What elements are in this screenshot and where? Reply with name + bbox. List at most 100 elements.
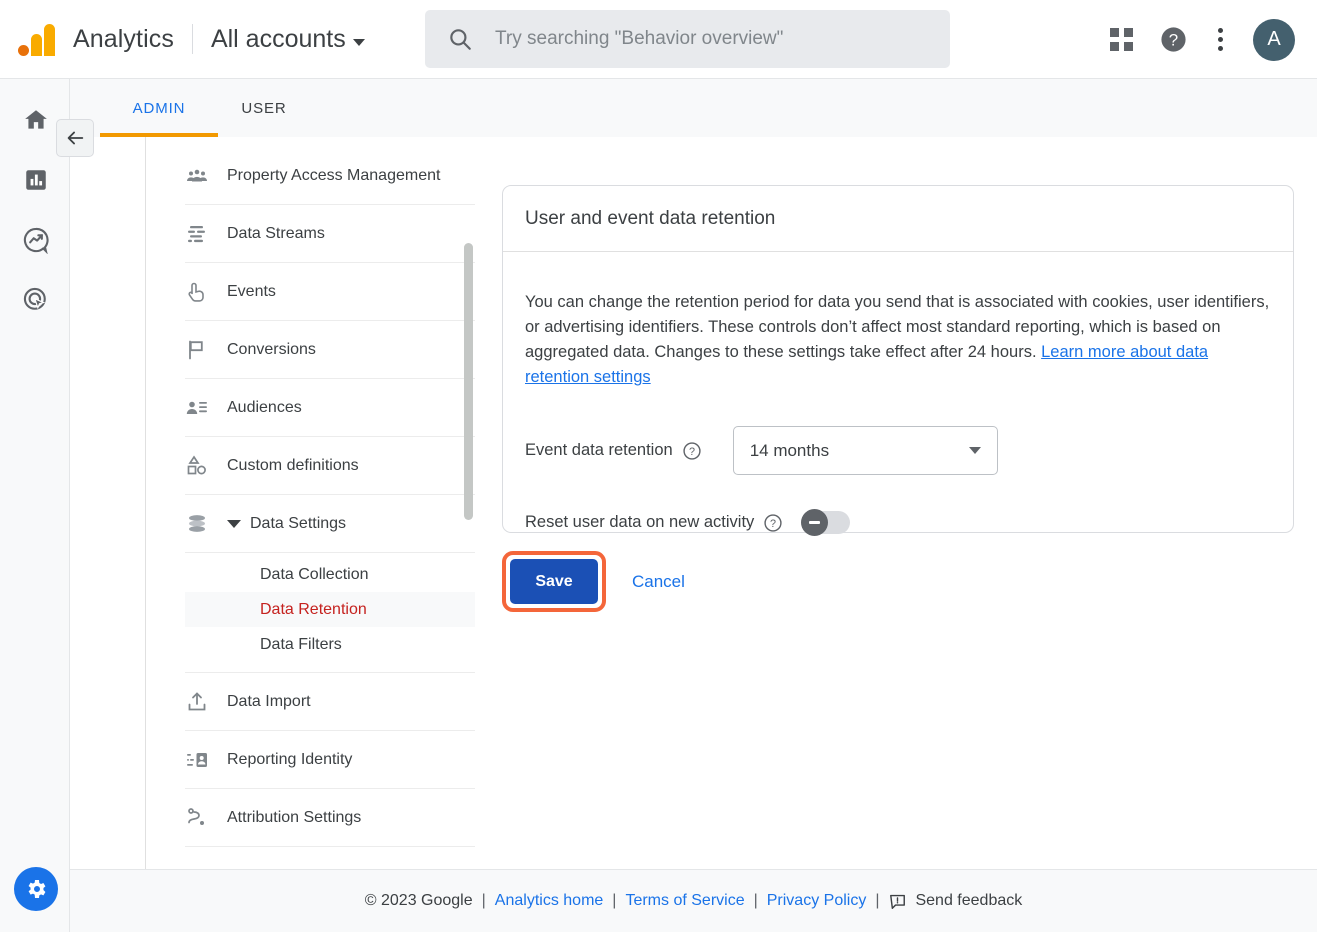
tab-admin-label: ADMIN bbox=[132, 99, 186, 117]
send-feedback-label: Send feedback bbox=[915, 892, 1023, 909]
search-input[interactable]: Try searching "Behavior overview" bbox=[425, 10, 950, 68]
menu-scrollbar[interactable] bbox=[464, 243, 473, 520]
submenu-item-data-collection[interactable]: Data Collection bbox=[185, 557, 475, 592]
submenu-item-data-filters[interactable]: Data Filters bbox=[185, 627, 475, 662]
form-actions: Save Cancel bbox=[502, 551, 685, 612]
card-title: User and event data retention bbox=[503, 186, 1293, 252]
sidebar-item-advertising[interactable] bbox=[20, 284, 52, 316]
advertising-icon bbox=[23, 287, 46, 310]
menu-item-data-import[interactable]: Data Import bbox=[185, 673, 475, 731]
more-options-icon[interactable] bbox=[1214, 24, 1227, 55]
account-selector-label: All accounts bbox=[210, 24, 346, 53]
admin-settings-button[interactable] bbox=[14, 867, 58, 911]
gear-icon bbox=[28, 880, 46, 898]
menu-item-label: Reporting Identity bbox=[227, 750, 353, 768]
footer-link-terms-of-service[interactable]: Terms of Service bbox=[625, 892, 744, 910]
menu-item-label: Attribution Settings bbox=[227, 808, 362, 826]
retention-description: You can change the retention period for … bbox=[525, 290, 1271, 390]
submenu-item-label: Data Retention bbox=[260, 600, 367, 618]
reset-user-data-toggle[interactable] bbox=[801, 509, 851, 536]
menu-item-label: Data Streams bbox=[227, 224, 325, 242]
reset-user-data-label: Reset user data on new activity bbox=[525, 513, 755, 531]
avatar[interactable]: A bbox=[1253, 18, 1295, 61]
sidebar-item-home[interactable] bbox=[20, 104, 52, 136]
tab-user[interactable]: USER bbox=[218, 79, 310, 137]
brand-title: Analytics bbox=[73, 24, 174, 53]
admin-content: Property Access Management Data Streams bbox=[70, 137, 1317, 869]
events-tap-icon bbox=[185, 280, 227, 304]
divider bbox=[145, 137, 146, 869]
top-bar: Analytics All accounts Try searching "Be… bbox=[0, 0, 1317, 79]
toggle-knob bbox=[801, 509, 829, 536]
menu-item-attribution-settings[interactable]: Attribution Settings bbox=[185, 789, 475, 847]
arrow-left-icon bbox=[67, 131, 84, 145]
menu-item-label: Conversions bbox=[227, 340, 316, 358]
menu-item-data-streams[interactable]: Data Streams bbox=[185, 205, 475, 263]
left-rail bbox=[0, 79, 70, 932]
tab-admin[interactable]: ADMIN bbox=[100, 79, 218, 137]
collapse-menu-button[interactable] bbox=[56, 119, 94, 157]
separator: | bbox=[875, 892, 880, 909]
tab-user-label: USER bbox=[241, 99, 287, 117]
separator: | bbox=[753, 892, 758, 909]
chevron-down-icon[interactable] bbox=[227, 519, 241, 528]
menu-item-data-settings[interactable]: Data Settings bbox=[185, 495, 475, 553]
tab-bar: ADMIN USER bbox=[70, 79, 1317, 137]
footer-copyright: © 2023 Google bbox=[364, 892, 473, 909]
menu-item-label: Data Import bbox=[227, 692, 311, 710]
event-retention-label: Event data retention bbox=[525, 441, 673, 459]
top-bar-actions: ? A bbox=[1110, 0, 1295, 79]
home-icon bbox=[25, 110, 47, 129]
menu-item-events[interactable]: Events bbox=[185, 263, 475, 321]
analytics-logo-icon bbox=[18, 22, 55, 56]
menu-item-custom-definitions[interactable]: Custom definitions bbox=[185, 437, 475, 495]
submenu-item-data-retention[interactable]: Data Retention bbox=[185, 592, 475, 627]
help-icon[interactable]: ? bbox=[763, 513, 783, 533]
footer: © 2023 Google | Analytics home | Terms o… bbox=[70, 869, 1317, 932]
account-selector[interactable]: All accounts bbox=[211, 25, 365, 54]
identity-icon bbox=[185, 748, 227, 772]
sidebar-item-reports[interactable] bbox=[20, 164, 52, 196]
search-placeholder: Try searching "Behavior overview" bbox=[495, 28, 784, 49]
send-feedback-button[interactable]: Send feedback bbox=[888, 892, 1022, 911]
help-icon[interactable]: ? bbox=[1159, 25, 1188, 54]
menu-item-label: Custom definitions bbox=[227, 456, 359, 474]
data-streams-icon bbox=[185, 222, 227, 246]
submenu-item-label: Data Collection bbox=[260, 565, 369, 583]
upload-icon bbox=[185, 690, 227, 714]
menu-item-label: Data Settings bbox=[250, 514, 347, 532]
feedback-icon bbox=[890, 894, 906, 909]
database-icon bbox=[185, 512, 227, 536]
save-button[interactable]: Save bbox=[510, 559, 598, 604]
footer-link-privacy-policy[interactable]: Privacy Policy bbox=[767, 892, 867, 910]
cancel-button[interactable]: Cancel bbox=[632, 572, 685, 592]
menu-item-reporting-identity[interactable]: Reporting Identity bbox=[185, 731, 475, 789]
svg-text:?: ? bbox=[770, 518, 776, 530]
admin-menu: Property Access Management Data Streams bbox=[185, 147, 475, 847]
menu-item-label: Property Access Management bbox=[227, 166, 441, 184]
apps-grid-icon[interactable] bbox=[1110, 28, 1133, 51]
menu-item-property-access-management[interactable]: Property Access Management bbox=[185, 147, 475, 205]
data-retention-card: User and event data retention You can ch… bbox=[502, 185, 1294, 536]
sidebar-item-explore[interactable] bbox=[20, 224, 52, 256]
footer-link-analytics-home[interactable]: Analytics home bbox=[495, 892, 604, 910]
data-settings-subitems: Data Collection Data Retention Data Filt… bbox=[185, 553, 475, 673]
event-retention-select[interactable]: 14 months bbox=[732, 426, 998, 475]
menu-item-audiences[interactable]: Audiences bbox=[185, 379, 475, 437]
attribution-icon bbox=[185, 806, 227, 830]
people-icon bbox=[185, 164, 227, 188]
divider bbox=[191, 24, 193, 54]
save-button-highlight: Save bbox=[502, 551, 606, 612]
help-icon[interactable]: ? bbox=[682, 441, 702, 461]
search-icon bbox=[450, 29, 471, 50]
audiences-icon bbox=[185, 396, 227, 420]
svg-text:?: ? bbox=[689, 446, 695, 458]
reset-user-data-row: Reset user data on new activity ? bbox=[525, 509, 1271, 536]
chevron-down-icon bbox=[968, 447, 981, 454]
avatar-initial: A bbox=[1267, 28, 1281, 50]
event-retention-value: 14 months bbox=[749, 440, 830, 460]
explore-icon bbox=[23, 227, 49, 254]
menu-item-label: Events bbox=[227, 282, 276, 300]
card-body: You can change the retention period for … bbox=[503, 252, 1293, 536]
menu-item-conversions[interactable]: Conversions bbox=[185, 321, 475, 379]
